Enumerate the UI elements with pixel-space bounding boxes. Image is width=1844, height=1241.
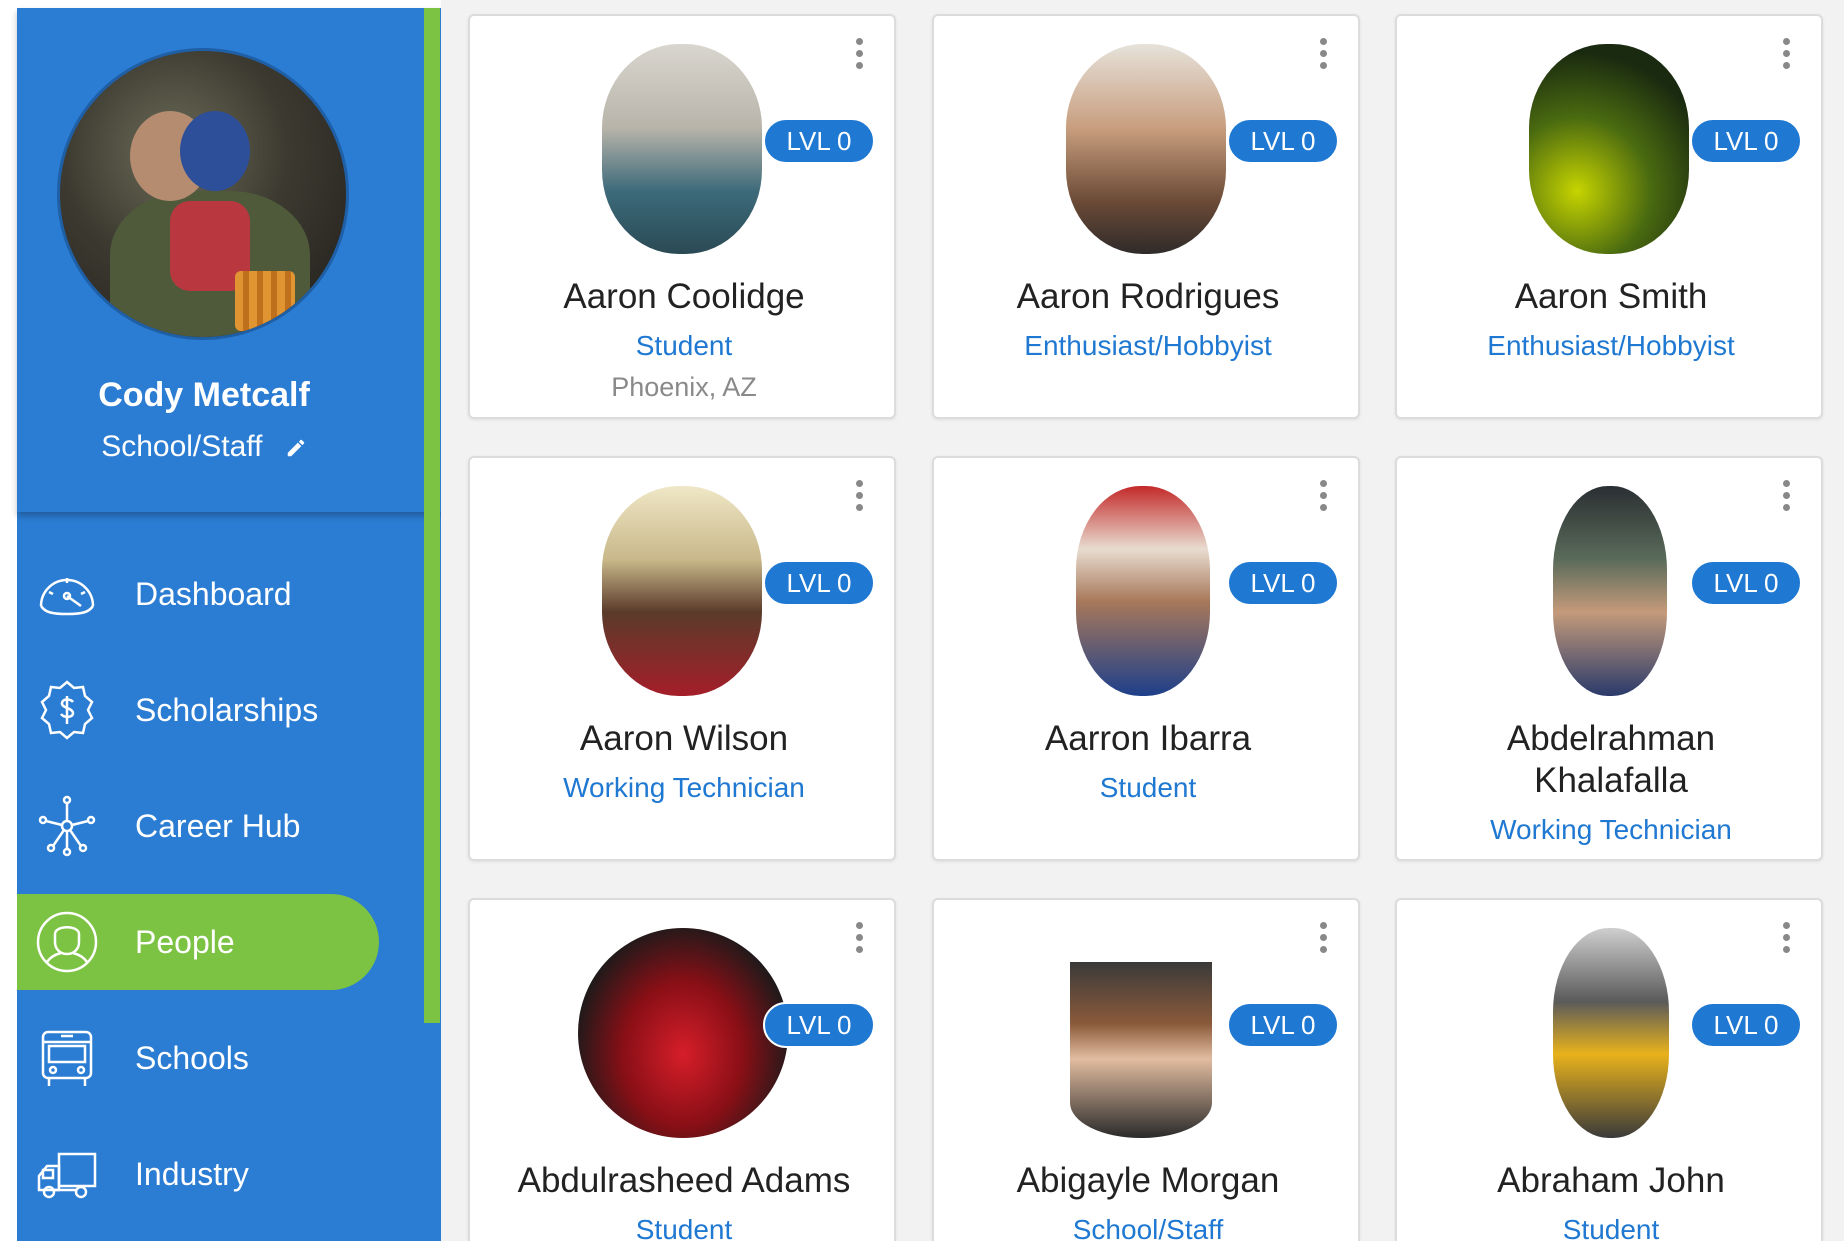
person-name[interactable]: Aarron Ibarra	[944, 718, 1352, 760]
person-card[interactable]: LVL 0 Aaron Smith Enthusiast/Hobbyist	[1395, 14, 1823, 419]
level-badge: LVL 0	[1690, 1002, 1802, 1048]
level-badge: LVL 0	[1227, 1002, 1339, 1048]
person-photo	[1070, 962, 1212, 1138]
level-badge: LVL 0	[763, 1002, 875, 1048]
speedometer-icon	[32, 559, 102, 629]
sidebar-item-label: People	[135, 923, 235, 960]
sidebar-item-scholarships[interactable]: Scholarships	[17, 652, 441, 768]
person-name[interactable]: Abraham John	[1407, 1160, 1815, 1202]
people-grid: LVL 0 Aaron Coolidge Student Phoenix, AZ…	[441, 0, 1844, 1241]
app-page: Cody Metcalf School/Staff Dashboard Scho…	[0, 0, 1844, 1241]
pencil-icon[interactable]	[285, 437, 307, 459]
sidebar-item-schools[interactable]: Schools	[17, 1000, 441, 1116]
person-photo	[1529, 44, 1689, 254]
dollar-badge-icon	[32, 675, 102, 745]
person-role: School/Staff	[1072, 1214, 1224, 1241]
person-name[interactable]: Aaron Wilson	[480, 718, 888, 760]
person-photo	[1066, 44, 1226, 254]
person-role: Working Technician	[563, 772, 805, 803]
person-photo	[602, 44, 762, 254]
person-role: Student	[635, 330, 733, 361]
sidebar-item-career-hub[interactable]: Career Hub	[17, 768, 441, 884]
more-options-icon[interactable]	[1318, 922, 1328, 956]
level-badge: LVL 0	[763, 560, 875, 606]
person-photo	[602, 486, 762, 696]
level-badge: LVL 0	[1227, 560, 1339, 606]
profile-panel: Cody Metcalf School/Staff	[17, 8, 441, 512]
person-card[interactable]: LVL 0 Aarron Ibarra Student	[932, 456, 1360, 861]
sidebar-item-label: Dashboard	[135, 575, 292, 612]
person-role: Enthusiast/Hobbyist	[1487, 330, 1735, 361]
person-photo	[578, 928, 788, 1138]
person-card[interactable]: LVL 0 Aaron Coolidge Student Phoenix, AZ	[468, 14, 896, 419]
person-name[interactable]: Aaron Smith	[1407, 276, 1815, 318]
truck-icon	[32, 1139, 102, 1209]
sidebar-item-label: Schools	[135, 1039, 249, 1076]
person-role: Enthusiast/Hobbyist	[1024, 330, 1272, 361]
person-photo	[1076, 486, 1210, 696]
person-card[interactable]: LVL 0 Aaron Wilson Working Technician	[468, 456, 896, 861]
person-role: Student	[1562, 1214, 1660, 1241]
sidebar: Cody Metcalf School/Staff Dashboard Scho…	[17, 8, 441, 1241]
level-badge: LVL 0	[763, 118, 875, 164]
more-options-icon[interactable]	[1781, 38, 1791, 72]
person-card[interactable]: LVL 0 Abigayle Morgan School/Staff	[932, 898, 1360, 1241]
sidebar-item-industry[interactable]: Industry	[17, 1116, 441, 1232]
level-badge: LVL 0	[1690, 560, 1802, 606]
sidebar-item-dashboard[interactable]: Dashboard	[17, 536, 441, 652]
person-card[interactable]: LVL 0 Aaron Rodrigues Enthusiast/Hobbyis…	[932, 14, 1360, 419]
person-name[interactable]: Abdelrahman Khalafalla	[1407, 718, 1815, 802]
more-options-icon[interactable]	[854, 480, 864, 514]
person-location: Phoenix, AZ	[611, 372, 757, 402]
more-options-icon[interactable]	[1318, 480, 1328, 514]
person-card[interactable]: LVL 0 Abraham John Student	[1395, 898, 1823, 1241]
person-photo	[1553, 486, 1667, 696]
more-options-icon[interactable]	[1781, 922, 1791, 956]
bus-icon	[32, 1023, 102, 1093]
network-hub-icon	[32, 791, 102, 861]
profile-avatar[interactable]	[57, 48, 349, 340]
person-card[interactable]: LVL 0 Abdulrasheed Adams Student	[468, 898, 896, 1241]
person-photo	[1553, 928, 1669, 1138]
sidebar-item-label: Career Hub	[135, 807, 301, 844]
person-name[interactable]: Abigayle Morgan	[944, 1160, 1352, 1202]
person-role: Student	[635, 1214, 733, 1241]
level-badge: LVL 0	[1690, 118, 1802, 164]
sidebar-item-label: Industry	[135, 1155, 249, 1192]
sidebar-item-people[interactable]: People	[17, 894, 379, 990]
person-name[interactable]: Abdulrasheed Adams	[480, 1160, 888, 1202]
profile-name: Cody Metcalf	[98, 376, 310, 414]
person-role: Student	[1099, 772, 1197, 803]
more-options-icon[interactable]	[1781, 480, 1791, 514]
person-name[interactable]: Aaron Coolidge	[480, 276, 888, 318]
more-options-icon[interactable]	[854, 922, 864, 956]
profile-role-label: School/Staff	[101, 430, 263, 463]
more-options-icon[interactable]	[854, 38, 864, 72]
more-options-icon[interactable]	[1318, 38, 1328, 72]
sidebar-scrollbar[interactable]	[424, 8, 440, 1023]
sidebar-nav: Dashboard Scholarships Career Hub People	[17, 536, 441, 1232]
person-card[interactable]: LVL 0 Abdelrahman Khalafalla Working Tec…	[1395, 456, 1823, 861]
sidebar-item-label: Scholarships	[135, 691, 319, 728]
profile-role: School/Staff	[17, 430, 391, 464]
person-role: Working Technician	[1490, 814, 1732, 845]
person-name[interactable]: Aaron Rodrigues	[944, 276, 1352, 318]
person-icon	[32, 907, 102, 977]
level-badge: LVL 0	[1227, 118, 1339, 164]
